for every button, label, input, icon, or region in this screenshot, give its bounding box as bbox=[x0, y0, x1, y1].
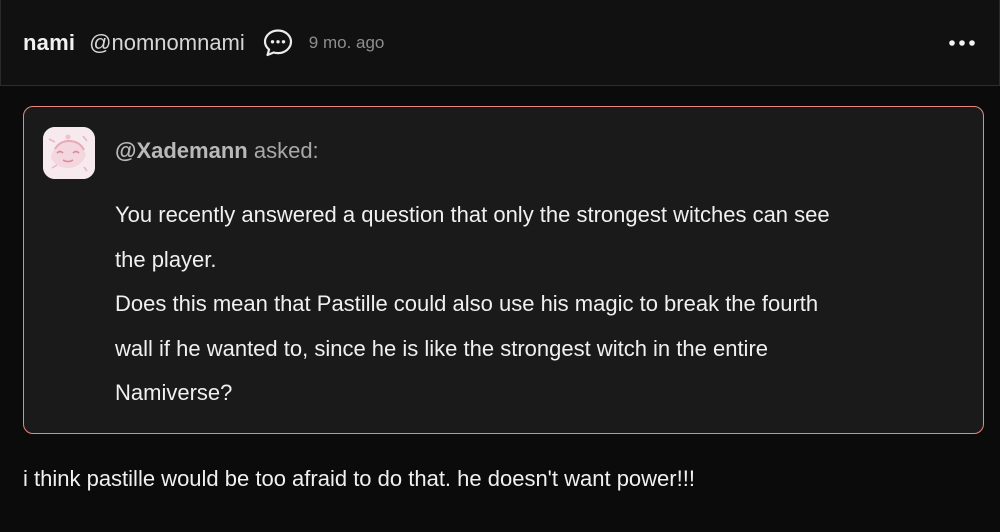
speech-bubble-icon[interactable] bbox=[261, 26, 295, 60]
answer-text: i think pastille would be too afraid to … bbox=[23, 466, 695, 491]
ask-box: @Xademann asked: You recently answered a… bbox=[23, 106, 984, 434]
more-options-button[interactable] bbox=[947, 29, 977, 57]
ask-line: Namiverse? bbox=[115, 380, 233, 405]
ask-line: the player. bbox=[115, 246, 217, 272]
asker-handle[interactable]: @Xademann bbox=[115, 138, 248, 163]
asker-avatar[interactable] bbox=[43, 127, 95, 179]
post-timestamp: 9 mo. ago bbox=[308, 32, 385, 52]
ask-line: You recently answered a question that on… bbox=[115, 202, 830, 227]
post-card: nami @nomnomnami 9 mo. ago @Xademann ask… bbox=[0, 0, 1000, 532]
more-horizontal-icon bbox=[949, 40, 975, 46]
author-handle[interactable]: @nomnomnami bbox=[89, 30, 245, 56]
asked-label: asked: bbox=[253, 138, 319, 163]
ask-line: Does this mean that Pastille could also … bbox=[115, 291, 819, 316]
avatar-image bbox=[43, 127, 95, 179]
ask-line: wall if he wanted to, since he is like t… bbox=[115, 335, 769, 361]
post-header: nami @nomnomnami 9 mo. ago bbox=[0, 0, 1000, 86]
ask-header: @Xademann asked: bbox=[115, 138, 319, 164]
speech-bubble-svg bbox=[263, 28, 292, 56]
author-name[interactable]: nami bbox=[23, 30, 75, 56]
ask-body: You recently answered a question that on… bbox=[115, 193, 955, 416]
